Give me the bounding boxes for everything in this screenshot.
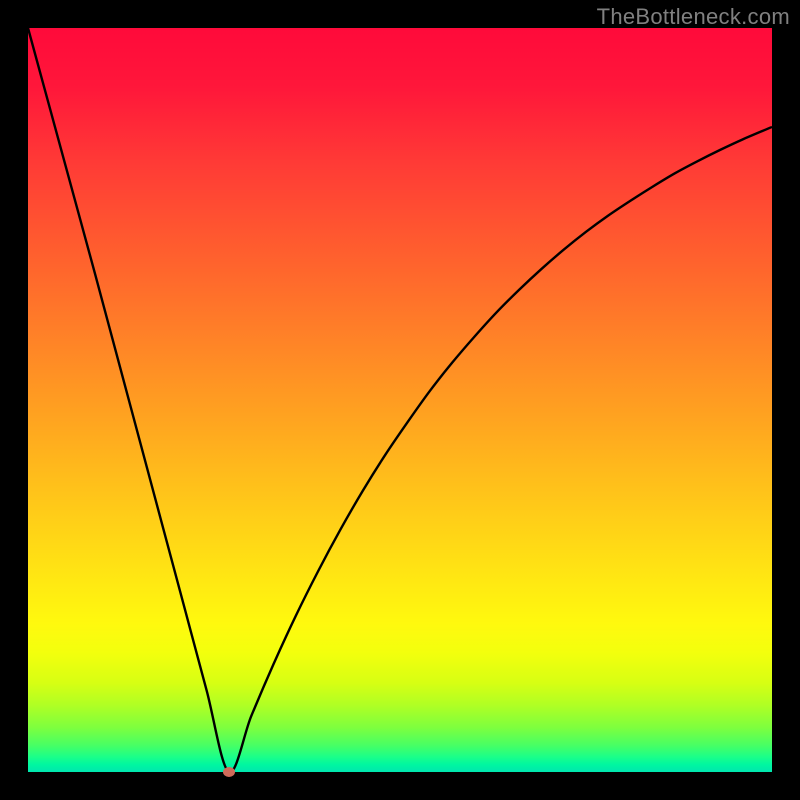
chart-frame: TheBottleneck.com [0,0,800,800]
plot-area [28,28,772,772]
watermark-text: TheBottleneck.com [597,4,790,30]
curve-path [28,28,772,772]
bottleneck-curve [28,28,772,772]
optimum-marker [223,767,235,777]
